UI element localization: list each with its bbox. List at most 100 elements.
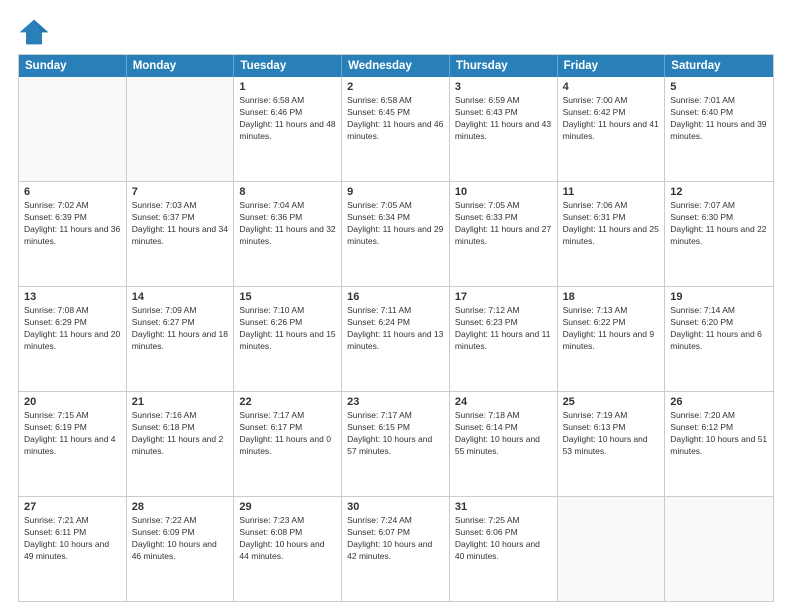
day-number: 28 [132,501,229,513]
day-number: 2 [347,81,444,93]
calendar-cell-r1-c0: 6 Sunrise: 7:02 AM Sunset: 6:39 PM Daylig… [19,182,127,286]
calendar-cell-r0-c6: 5Sunrise: 7:01 AM Sunset: 6:40 PM Daylig… [665,77,773,181]
calendar-cell-r4-c3: 30 Sunrise: 7:24 AM Sunset: 6:07 PM Dayli… [342,497,450,601]
cell-content: Sunrise: 7:05 AM Sunset: 6:34 PM Dayligh… [347,200,444,248]
cell-content: Sunrise: 7:10 AM Sunset: 6:26 PM Dayligh… [239,305,336,353]
day-number: 3 [455,81,552,93]
day-number: 4 [563,81,660,93]
header-day-monday: Monday [127,55,235,77]
calendar-cell-r2-c4: 17 Sunrise: 7:12 AM Sunset: 6:23 PM Dayli… [450,287,558,391]
page: SundayMondayTuesdayWednesdayThursdayFrid… [0,0,792,612]
cell-content: Sunrise: 7:16 AM Sunset: 6:18 PM Dayligh… [132,410,229,458]
cell-content: Sunrise: 7:08 AM Sunset: 6:29 PM Dayligh… [24,305,121,353]
cell-content: Sunrise: 7:18 AM Sunset: 6:14 PM Dayligh… [455,410,552,458]
cell-content: Sunrise: 7:17 AM Sunset: 6:15 PM Dayligh… [347,410,444,458]
cell-content: Sunrise: 7:13 AM Sunset: 6:22 PM Dayligh… [563,305,660,353]
calendar-cell-r4-c5 [558,497,666,601]
calendar-body: 1Sunrise: 6:58 AM Sunset: 6:46 PM Daylig… [19,77,773,601]
calendar-cell-r1-c1: 7Sunrise: 7:03 AM Sunset: 6:37 PM Daylig… [127,182,235,286]
day-number: 18 [563,291,660,303]
cell-content: Sunrise: 7:05 AM Sunset: 6:33 PM Dayligh… [455,200,552,248]
day-number: 31 [455,501,552,513]
cell-content: Sunrise: 7:03 AM Sunset: 6:37 PM Dayligh… [132,200,229,248]
cell-content: Sunrise: 7:12 AM Sunset: 6:23 PM Dayligh… [455,305,552,353]
cell-content: Sunrise: 7:21 AM Sunset: 6:11 PM Dayligh… [24,515,121,563]
day-number: 1 [239,81,336,93]
day-number: 20 [24,396,121,408]
cell-content: Sunrise: 7:04 AM Sunset: 6:36 PM Dayligh… [239,200,336,248]
day-number: 23 [347,396,444,408]
cell-content: Sunrise: 7:00 AM Sunset: 6:42 PM Dayligh… [563,95,660,143]
calendar-cell-r3-c6: 26Sunrise: 7:20 AM Sunset: 6:12 PM Dayli… [665,392,773,496]
calendar-row-0: 1Sunrise: 6:58 AM Sunset: 6:46 PM Daylig… [19,77,773,181]
calendar-cell-r0-c3: 2 Sunrise: 6:58 AM Sunset: 6:45 PM Daylig… [342,77,450,181]
header-day-thursday: Thursday [450,55,558,77]
calendar-row-2: 13 Sunrise: 7:08 AM Sunset: 6:29 PM Dayli… [19,286,773,391]
header-day-saturday: Saturday [665,55,773,77]
day-number: 17 [455,291,552,303]
cell-content: Sunrise: 7:14 AM Sunset: 6:20 PM Dayligh… [670,305,768,353]
day-number: 8 [239,186,336,198]
header-day-tuesday: Tuesday [234,55,342,77]
day-number: 13 [24,291,121,303]
day-number: 25 [563,396,660,408]
calendar-cell-r0-c4: 3 Sunrise: 6:59 AM Sunset: 6:43 PM Daylig… [450,77,558,181]
calendar-cell-r0-c2: 1Sunrise: 6:58 AM Sunset: 6:46 PM Daylig… [234,77,342,181]
calendar-row-3: 20 Sunrise: 7:15 AM Sunset: 6:19 PM Dayli… [19,391,773,496]
calendar-cell-r3-c0: 20 Sunrise: 7:15 AM Sunset: 6:19 PM Dayli… [19,392,127,496]
logo-icon [18,18,50,46]
day-number: 10 [455,186,552,198]
cell-content: Sunrise: 7:06 AM Sunset: 6:31 PM Dayligh… [563,200,660,248]
calendar-cell-r0-c1 [127,77,235,181]
calendar-cell-r4-c4: 31 Sunrise: 7:25 AM Sunset: 6:06 PM Dayli… [450,497,558,601]
cell-content: Sunrise: 6:59 AM Sunset: 6:43 PM Dayligh… [455,95,552,143]
header-day-sunday: Sunday [19,55,127,77]
calendar-cell-r4-c0: 27 Sunrise: 7:21 AM Sunset: 6:11 PM Dayli… [19,497,127,601]
day-number: 26 [670,396,768,408]
calendar-cell-r3-c2: 22 Sunrise: 7:17 AM Sunset: 6:17 PM Dayli… [234,392,342,496]
calendar-cell-r2-c3: 16 Sunrise: 7:11 AM Sunset: 6:24 PM Dayli… [342,287,450,391]
logo [18,18,54,46]
calendar-cell-r2-c6: 19 Sunrise: 7:14 AM Sunset: 6:20 PM Dayli… [665,287,773,391]
day-number: 12 [670,186,768,198]
calendar-cell-r3-c4: 24 Sunrise: 7:18 AM Sunset: 6:14 PM Dayli… [450,392,558,496]
day-number: 27 [24,501,121,513]
cell-content: Sunrise: 7:01 AM Sunset: 6:40 PM Dayligh… [670,95,768,143]
day-number: 15 [239,291,336,303]
day-number: 6 [24,186,121,198]
day-number: 19 [670,291,768,303]
day-number: 9 [347,186,444,198]
calendar-cell-r2-c1: 14Sunrise: 7:09 AM Sunset: 6:27 PM Dayli… [127,287,235,391]
calendar-row-4: 27 Sunrise: 7:21 AM Sunset: 6:11 PM Dayli… [19,496,773,601]
cell-content: Sunrise: 7:15 AM Sunset: 6:19 PM Dayligh… [24,410,121,458]
day-number: 22 [239,396,336,408]
cell-content: Sunrise: 7:24 AM Sunset: 6:07 PM Dayligh… [347,515,444,563]
header-day-wednesday: Wednesday [342,55,450,77]
calendar-cell-r1-c3: 9 Sunrise: 7:05 AM Sunset: 6:34 PM Daylig… [342,182,450,286]
calendar-cell-r2-c0: 13 Sunrise: 7:08 AM Sunset: 6:29 PM Dayli… [19,287,127,391]
cell-content: Sunrise: 7:22 AM Sunset: 6:09 PM Dayligh… [132,515,229,563]
day-number: 11 [563,186,660,198]
calendar-cell-r1-c2: 8 Sunrise: 7:04 AM Sunset: 6:36 PM Daylig… [234,182,342,286]
cell-content: Sunrise: 7:23 AM Sunset: 6:08 PM Dayligh… [239,515,336,563]
day-number: 16 [347,291,444,303]
calendar-cell-r4-c2: 29 Sunrise: 7:23 AM Sunset: 6:08 PM Dayli… [234,497,342,601]
cell-content: Sunrise: 7:07 AM Sunset: 6:30 PM Dayligh… [670,200,768,248]
calendar-cell-r0-c0 [19,77,127,181]
calendar-row-1: 6 Sunrise: 7:02 AM Sunset: 6:39 PM Daylig… [19,181,773,286]
header [18,18,774,46]
day-number: 30 [347,501,444,513]
cell-content: Sunrise: 6:58 AM Sunset: 6:45 PM Dayligh… [347,95,444,143]
cell-content: Sunrise: 7:17 AM Sunset: 6:17 PM Dayligh… [239,410,336,458]
cell-content: Sunrise: 7:25 AM Sunset: 6:06 PM Dayligh… [455,515,552,563]
calendar-cell-r1-c6: 12 Sunrise: 7:07 AM Sunset: 6:30 PM Dayli… [665,182,773,286]
calendar: SundayMondayTuesdayWednesdayThursdayFrid… [18,54,774,602]
cell-content: Sunrise: 7:11 AM Sunset: 6:24 PM Dayligh… [347,305,444,353]
calendar-header: SundayMondayTuesdayWednesdayThursdayFrid… [19,55,773,77]
calendar-cell-r3-c3: 23 Sunrise: 7:17 AM Sunset: 6:15 PM Dayli… [342,392,450,496]
cell-content: Sunrise: 7:09 AM Sunset: 6:27 PM Dayligh… [132,305,229,353]
calendar-cell-r1-c4: 10 Sunrise: 7:05 AM Sunset: 6:33 PM Dayli… [450,182,558,286]
day-number: 24 [455,396,552,408]
cell-content: Sunrise: 7:02 AM Sunset: 6:39 PM Dayligh… [24,200,121,248]
day-number: 29 [239,501,336,513]
